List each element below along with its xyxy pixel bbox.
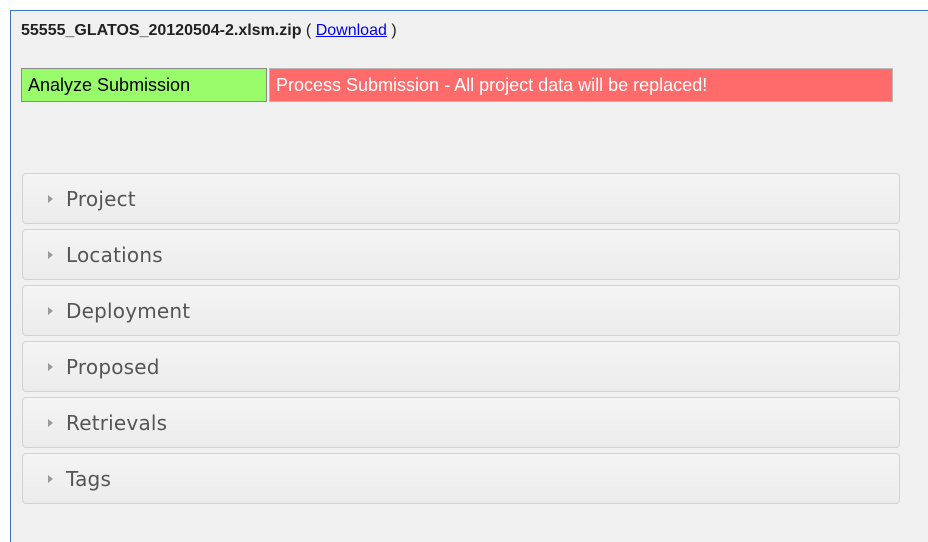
analyze-submission-button[interactable]: Analyze Submission (21, 68, 267, 102)
paren-close: ) (391, 22, 397, 39)
accordion-header-retrievals[interactable]: Retrievals (22, 397, 900, 448)
paren-open: ( (305, 22, 312, 39)
accordion-label: Locations (66, 243, 163, 267)
accordion-header-deployment[interactable]: Deployment (22, 285, 900, 336)
accordion-label: Deployment (66, 299, 191, 323)
file-name: 55555_GLATOS_20120504-2.xlsm.zip (21, 22, 302, 39)
accordion-label: Proposed (66, 355, 160, 379)
accordion-label: Project (66, 187, 136, 211)
triangle-right-icon (48, 251, 53, 259)
triangle-right-icon (48, 363, 53, 371)
triangle-right-icon (48, 419, 53, 427)
accordion-header-proposed[interactable]: Proposed (22, 341, 900, 392)
accordion-header-project[interactable]: Project (22, 173, 900, 224)
download-link[interactable]: Download (316, 22, 387, 39)
accordion-label: Retrievals (66, 411, 168, 435)
triangle-right-icon (48, 307, 53, 315)
accordion-header-locations[interactable]: Locations (22, 229, 900, 280)
accordion-header-tags[interactable]: Tags (22, 453, 900, 504)
file-line: 55555_GLATOS_20120504-2.xlsm.zip ( Downl… (21, 22, 397, 40)
triangle-right-icon (48, 195, 53, 203)
accordion-label: Tags (66, 467, 112, 491)
sections-accordion: Project Locations Deployment Proposed Re… (22, 173, 900, 509)
process-submission-button[interactable]: Process Submission - All project data wi… (269, 68, 893, 102)
triangle-right-icon (48, 475, 53, 483)
